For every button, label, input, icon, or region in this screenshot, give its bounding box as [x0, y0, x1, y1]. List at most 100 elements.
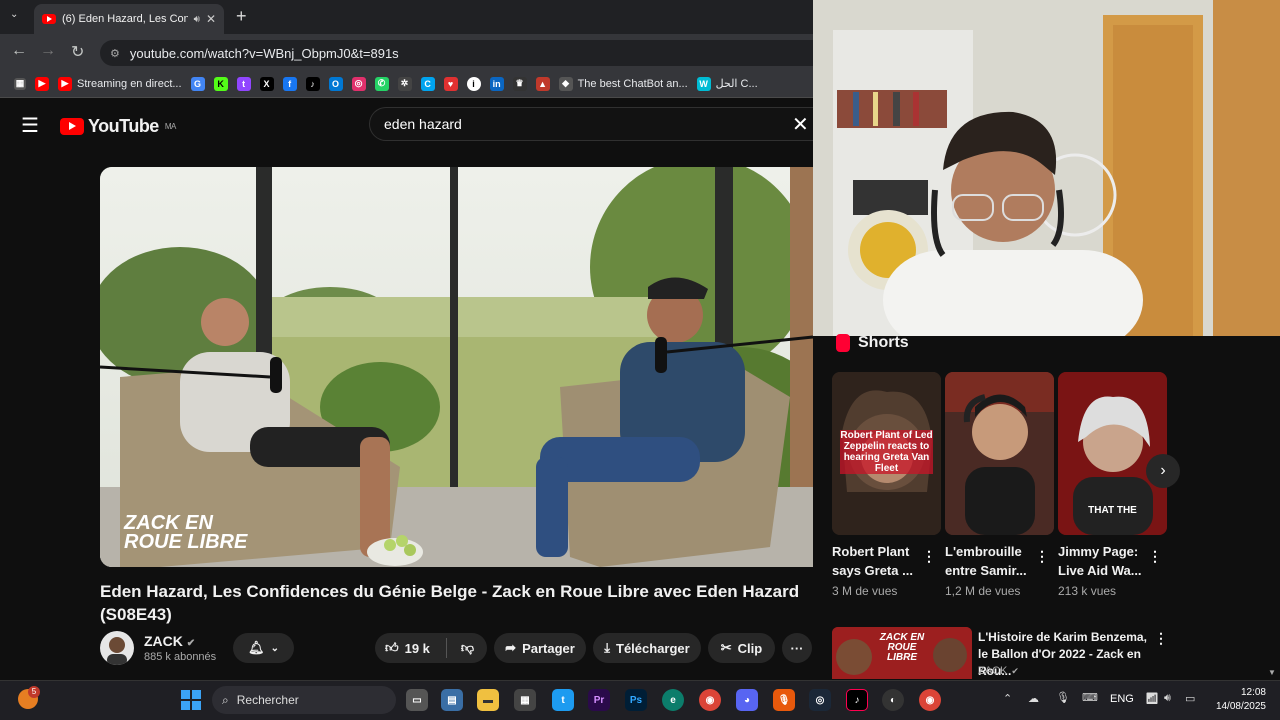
short-menu-icon[interactable]: ⋮ [1148, 548, 1162, 565]
twitter-app-icon[interactable]: t [552, 689, 574, 711]
forward-icon[interactable]: → [40, 42, 56, 60]
channel-avatar[interactable] [100, 631, 134, 665]
taskbar-search[interactable]: ⌕ Rechercher [212, 686, 396, 714]
recommended-thumbnail[interactable]: ZACK EN ROUE LIBRE [832, 627, 972, 679]
close-tab-icon[interactable]: ✕ [206, 12, 216, 26]
kick-icon[interactable]: K [213, 76, 228, 91]
short-views: 1,2 M de vues [945, 584, 1021, 598]
divider [445, 638, 447, 658]
facebook-icon[interactable]: f [282, 76, 297, 91]
twitch-icon[interactable]: t [236, 76, 251, 91]
short-menu-icon[interactable]: ⋮ [922, 548, 936, 565]
edge-icon[interactable]: e [662, 689, 684, 711]
clip-button[interactable]: ✂ Clip [708, 633, 775, 663]
chevron-right-icon: › [1160, 462, 1166, 479]
microphone-app-icon[interactable]: 🎙︎ [773, 689, 795, 711]
start-button[interactable] [181, 690, 201, 710]
language-indicator[interactable]: ENG [1110, 693, 1134, 705]
tiktok-icon[interactable]: ♪ [305, 76, 320, 91]
notification-button[interactable]: 🔔︎ ⌄ [233, 633, 294, 663]
windows-logo-part [192, 701, 201, 710]
share-label: Partager [522, 640, 575, 656]
outlook-icon[interactable]: O [328, 76, 343, 91]
bookmark-chatbot[interactable]: ◆ The best ChatBot an... [558, 76, 688, 91]
speaker-icon[interactable]: 🔊︎ [194, 14, 200, 25]
short-title[interactable]: Jimmy Page: Live Aid Wa... [1058, 542, 1148, 580]
browser-tab[interactable]: (6) Eden Hazard, Les Confid 🔊︎ ✕ [34, 4, 224, 34]
cloud-icon[interactable]: ☁ [1028, 692, 1039, 705]
bookmark-streaming[interactable]: ▶ Streaming en direct... [58, 76, 182, 91]
like-button[interactable]: 👍︎ 19 k [385, 640, 430, 656]
short-thumbnail[interactable]: Robert Plant of Led Zeppelin reacts to h… [832, 372, 941, 535]
tiktok-app-icon[interactable]: ♪ [846, 689, 868, 711]
whatsapp-icon[interactable]: ✆ [374, 76, 389, 91]
file-explorer-icon[interactable]: ▬ [477, 689, 499, 711]
back-icon[interactable]: ← [11, 42, 27, 60]
crown-icon[interactable]: ♛ [512, 76, 527, 91]
obs-icon[interactable]: ◐ [882, 689, 904, 711]
instagram-icon[interactable]: ◎ [351, 76, 366, 91]
youtube-logo[interactable]: YouTube MA [60, 116, 176, 137]
chrome-icon[interactable]: ◉ [699, 689, 721, 711]
widgets-icon[interactable]: ▤ [441, 689, 463, 711]
thumbs-down-icon[interactable]: 👎︎ [461, 640, 474, 656]
more-actions-button[interactable]: ··· [782, 633, 812, 663]
taskbar-search-label: Rechercher [236, 693, 299, 707]
short-thumbnail[interactable] [945, 372, 1054, 535]
shorts-title: Shorts [858, 334, 909, 351]
tool-bookmark-icon[interactable]: ▲ [535, 76, 550, 91]
reload-icon[interactable]: ↻ [71, 42, 84, 62]
tab-search-icon[interactable]: ⌄ [10, 9, 18, 20]
clock[interactable]: 12:08 14/08/2025 [1212, 686, 1266, 714]
youtube-bookmark-icon[interactable]: ▶ [35, 76, 49, 91]
video-player[interactable]: ZACK EN ROUE LIBRE [100, 167, 813, 567]
task-view-icon[interactable]: ▭ [406, 689, 428, 711]
premiere-icon[interactable]: Pr [588, 689, 610, 711]
apps-grid-icon[interactable]: ▦ [14, 77, 26, 90]
chrome-profile-icon[interactable]: ◉ [919, 689, 941, 711]
short-menu-icon[interactable]: ⋮ [1035, 548, 1049, 565]
steam-icon[interactable]: ◎ [809, 689, 831, 711]
short-title[interactable]: Robert Plant says Greta ... [832, 542, 922, 580]
scroll-down-icon[interactable]: ▼ [1268, 668, 1276, 677]
info-bookmark-icon[interactable]: i [466, 76, 481, 91]
short-thumbnail[interactable]: THAT THE [1058, 372, 1167, 535]
bookmarks-bar: ▦ ▶ ▶ Streaming en direct... G K t X f ♪… [0, 70, 813, 98]
clock-date: 14/08/2025 [1215, 701, 1266, 712]
youtube-favicon-icon [42, 14, 56, 24]
url-field[interactable]: ⚙ youtube.com/watch?v=WBnj_ObpmJ0&t=891s [100, 40, 813, 66]
channel-name[interactable]: ZACK ✔ [144, 633, 195, 649]
battery-icon[interactable]: ▭ [1185, 692, 1195, 705]
thumbs-up-icon: 👍︎ [385, 640, 399, 655]
chatgpt-icon[interactable]: ✲ [397, 76, 412, 91]
microphone-icon[interactable]: 🎙︎ [1056, 691, 1070, 704]
linkedin-icon[interactable]: in [489, 76, 504, 91]
clear-search-icon[interactable]: ✕ [792, 112, 809, 137]
recommended-menu-icon[interactable]: ⋮ [1154, 630, 1168, 647]
share-button[interactable]: ➦ Partager [494, 633, 586, 663]
recommended-channel[interactable]: ZACK ✔ [978, 665, 1019, 677]
copilot-icon[interactable]: C [420, 76, 435, 91]
photoshop-icon[interactable]: Ps [625, 689, 647, 711]
keyboard-icon[interactable]: ⌨ [1082, 691, 1098, 704]
download-button[interactable]: ⤓ Télécharger [593, 633, 701, 663]
heart-bookmark-icon[interactable]: ♥ [443, 76, 458, 91]
new-tab-icon[interactable]: + [236, 6, 247, 27]
search-input[interactable]: eden hazard [369, 107, 813, 141]
volume-icon[interactable]: 🔊︎ [1164, 692, 1171, 705]
discord-icon[interactable]: ◕ [736, 689, 758, 711]
chevron-down-icon: ⌄ [270, 642, 279, 654]
bookmark-arabic[interactable]: W الحل C... [696, 76, 758, 91]
bookmark-label: The best ChatBot an... [577, 77, 688, 90]
menu-icon[interactable]: ☰ [21, 113, 39, 138]
chevron-up-icon[interactable]: ⌃ [1003, 692, 1012, 705]
url-text: youtube.com/watch?v=WBnj_ObpmJ0&t=891s [129, 45, 399, 61]
wifi-icon[interactable]: 📶︎ [1145, 692, 1159, 705]
store-icon[interactable]: ▦ [514, 689, 536, 711]
site-info-icon[interactable]: ⚙ [110, 47, 120, 60]
next-shorts-button[interactable]: › [1146, 454, 1180, 488]
translate-icon[interactable]: G [190, 76, 205, 91]
short-title[interactable]: L'embrouille entre Samir... [945, 542, 1035, 580]
verified-icon: ✔ [1011, 665, 1019, 676]
x-icon[interactable]: X [259, 76, 274, 91]
